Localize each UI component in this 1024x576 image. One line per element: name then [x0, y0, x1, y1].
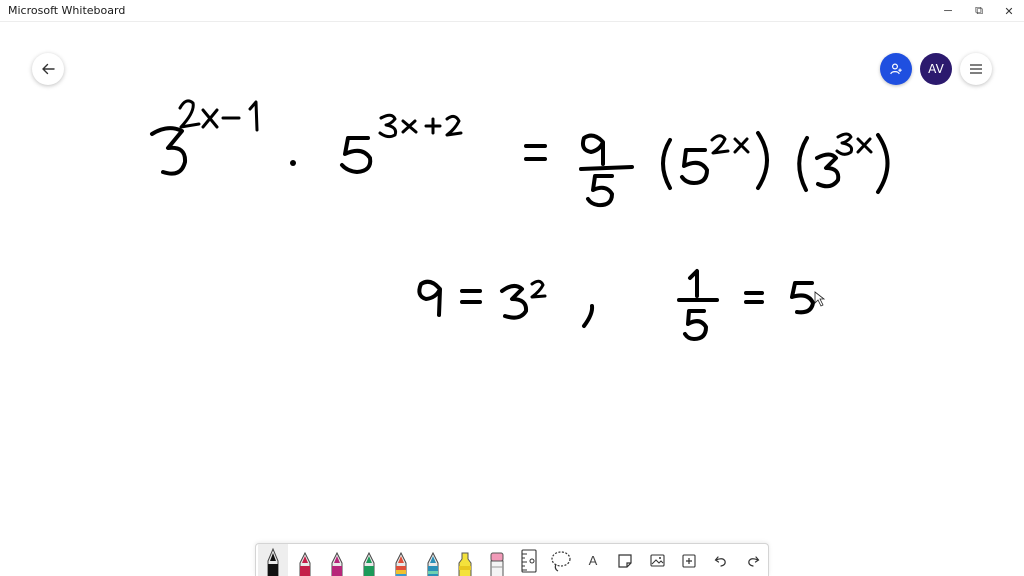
black-pen-tool[interactable]	[258, 544, 288, 576]
redo-icon	[748, 555, 760, 567]
image-icon	[649, 554, 665, 567]
sticky-note-tool[interactable]	[610, 544, 640, 576]
highlighter-icon	[458, 552, 472, 576]
add-icon	[682, 553, 696, 568]
sticky-note-icon	[618, 553, 632, 568]
whiteboard-canvas[interactable]	[0, 22, 1024, 542]
ink-equals	[524, 144, 547, 161]
minimize-button[interactable]: ─	[932, 0, 964, 22]
mouse-cursor	[814, 291, 826, 307]
ink-paren-3-power	[797, 132, 890, 194]
ink-multiplication-dot	[290, 160, 296, 166]
title-bar: Microsoft Whiteboard ─ ⧉ ✕	[0, 0, 1024, 22]
rainbow-pen-tool[interactable]	[386, 544, 416, 576]
ink-fraction-9-5	[579, 133, 634, 208]
inking-toolbar: A	[255, 543, 769, 576]
pen-icon	[395, 551, 407, 576]
ink-term-3-power	[150, 99, 259, 176]
text-tool[interactable]: A	[578, 544, 608, 576]
ruler-icon	[521, 548, 537, 573]
add-tool[interactable]	[674, 544, 704, 576]
pen-icon	[299, 551, 311, 576]
restore-button[interactable]: ⧉	[963, 0, 995, 22]
app-title: Microsoft Whiteboard	[8, 4, 126, 17]
ink-paren-5-power	[661, 131, 769, 190]
highlighter-tool[interactable]	[450, 544, 480, 576]
eraser-icon	[490, 552, 504, 576]
pen-icon	[427, 551, 439, 576]
red-pen-tool[interactable]	[290, 544, 320, 576]
ink-nine-equals-three-squared	[417, 279, 595, 328]
text-icon: A	[588, 553, 598, 568]
redo-button[interactable]	[738, 544, 768, 576]
pen-icon	[363, 551, 375, 576]
ruler-tool[interactable]	[514, 544, 544, 576]
galaxy-pen-tool[interactable]	[418, 544, 448, 576]
ink-one-fifth-equals-five	[677, 269, 815, 341]
image-tool[interactable]	[642, 544, 672, 576]
undo-button[interactable]	[706, 544, 736, 576]
magenta-pen-tool[interactable]	[322, 544, 352, 576]
green-pen-tool[interactable]	[354, 544, 384, 576]
eraser-tool[interactable]	[482, 544, 512, 576]
lasso-icon	[551, 550, 571, 572]
undo-icon	[714, 555, 726, 567]
ink-term-5-power	[340, 113, 463, 174]
close-button[interactable]: ✕	[993, 0, 1024, 22]
lasso-tool[interactable]	[546, 544, 576, 576]
pen-icon	[267, 547, 279, 576]
pen-icon	[331, 551, 343, 576]
